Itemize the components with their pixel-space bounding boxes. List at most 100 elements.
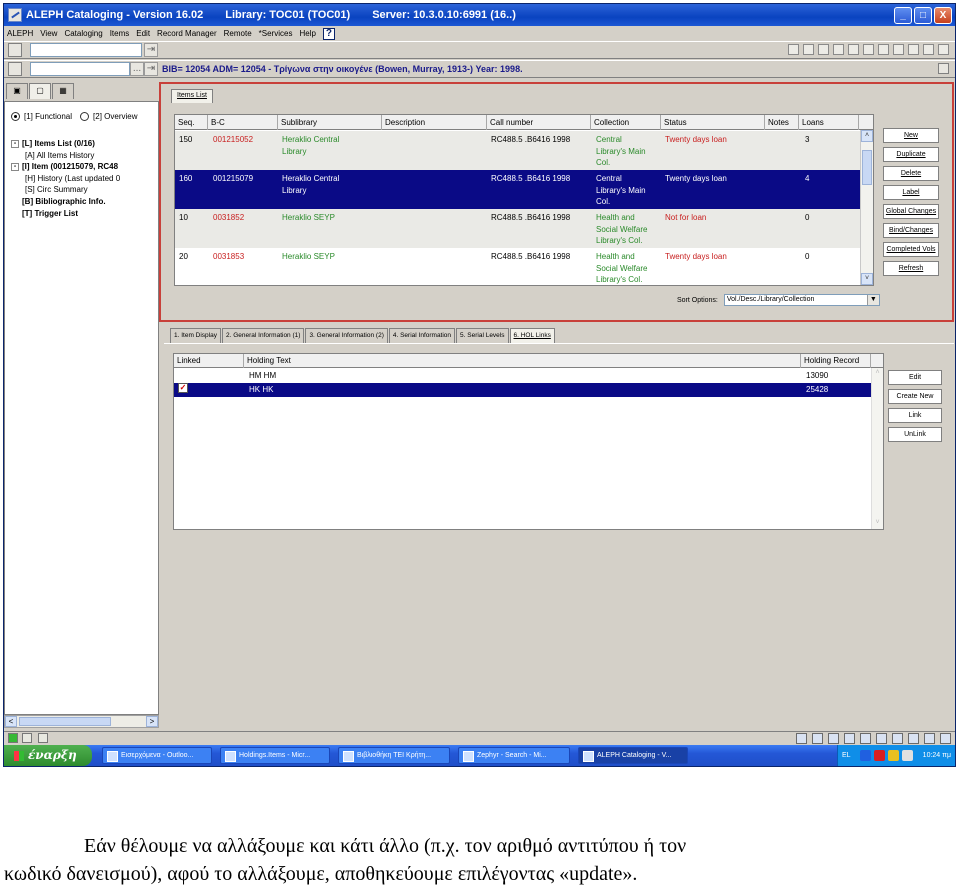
linked-checkbox[interactable]: ✓ <box>178 383 188 393</box>
link-button[interactable]: Link <box>888 408 942 423</box>
hol-vertical-scrollbar[interactable]: ˄ ˅ <box>871 368 883 529</box>
column-header-sublibrary[interactable]: Sublibrary <box>278 115 382 130</box>
taskbar-item-browser-library[interactable]: Βιβλιοθήκη ΤΕΙ Κρήτη... <box>338 747 450 764</box>
tree-node-trigger-list[interactable]: [T] Trigger List <box>11 208 120 220</box>
scroll-down-icon[interactable]: ˅ <box>872 518 883 529</box>
scroll-thumb[interactable] <box>19 717 111 726</box>
taskbar-item-aleph[interactable]: ALEPH Cataloging - V... <box>578 747 688 764</box>
table-icon[interactable] <box>833 44 844 55</box>
delete-button[interactable]: Delete <box>883 166 939 181</box>
collapse-icon[interactable]: - <box>11 139 19 148</box>
table-row[interactable]: 10 0031852 Heraklio SEYP RC488.5 .B6416 … <box>175 209 870 248</box>
tab-serial-information[interactable]: 4. Serial Information <box>388 328 456 343</box>
close-record-icon[interactable] <box>938 44 949 55</box>
menu-edit[interactable]: Edit <box>136 29 150 38</box>
new-button[interactable]: New <box>883 128 939 143</box>
bind-changes-button[interactable]: Bind/Changes <box>883 223 939 238</box>
tab-document-icon[interactable]: ▢ <box>29 83 51 99</box>
edit-icon[interactable] <box>848 44 859 55</box>
record-input[interactable] <box>30 62 130 76</box>
tab-item-display[interactable]: 1. Item Display <box>170 328 221 343</box>
scroll-up-icon[interactable]: ˄ <box>872 368 883 379</box>
scroll-right-icon[interactable]: > <box>146 716 158 727</box>
menu-help[interactable]: Help <box>299 29 315 38</box>
tag-icon[interactable] <box>803 44 814 55</box>
radio-functional[interactable] <box>11 112 20 121</box>
table-row[interactable]: 160 001215079 Heraklio Central Library RC… <box>175 170 870 209</box>
volume-icon[interactable] <box>888 750 899 761</box>
column-header-linked[interactable]: Linked <box>174 354 244 368</box>
taskbar-item-excel[interactable]: Holdings.Items - Micr... <box>220 747 330 764</box>
column-header-holding-text[interactable]: Holding Text <box>244 354 801 368</box>
radio-overview[interactable] <box>80 112 90 121</box>
antivirus-icon[interactable] <box>874 750 885 761</box>
menu-view[interactable]: View <box>40 29 57 38</box>
globe-icon[interactable] <box>796 733 807 744</box>
label-button[interactable]: Label <box>883 185 939 200</box>
tab-general-information-1[interactable]: 2. General Information (1) <box>222 328 305 343</box>
tree-node-history[interactable]: [H] History (Last updated 0 <box>11 173 120 185</box>
tree-node-bibliographic-info[interactable]: [B] Bibliographic Info. <box>11 196 120 208</box>
browse-button[interactable]: ... <box>130 62 144 76</box>
column-header-seq[interactable]: Seq. <box>175 115 208 130</box>
user-icon[interactable] <box>892 733 903 744</box>
items-vertical-scrollbar[interactable]: ˄ ˅ <box>860 130 873 285</box>
table-row[interactable]: 150 001215052 Heraklio Central Library RC… <box>175 131 870 170</box>
columns-icon[interactable] <box>818 44 829 55</box>
maximize-button[interactable]: □ <box>914 7 932 24</box>
tab-hol-links[interactable]: 6. HOL Links <box>509 328 555 343</box>
network-icon[interactable] <box>860 750 871 761</box>
window-icon[interactable] <box>860 733 871 744</box>
close-button[interactable]: X <box>934 7 952 24</box>
column-header-bc[interactable]: B-C <box>208 115 278 130</box>
check-icon[interactable] <box>863 44 874 55</box>
merge-icon[interactable] <box>893 44 904 55</box>
refresh-button[interactable]: Refresh <box>883 261 939 276</box>
column-header-call-number[interactable]: Call number <box>487 115 591 130</box>
load-button[interactable]: ⇥ <box>144 62 158 76</box>
minimize-button[interactable]: _ <box>894 7 912 24</box>
tree-node-item[interactable]: - [I] Item (001215079, RC48 <box>11 161 120 173</box>
table-row[interactable]: HM HM 13090 <box>174 369 872 383</box>
arrows-icon[interactable] <box>828 733 839 744</box>
expand-icon[interactable] <box>908 44 919 55</box>
menu-items[interactable]: Items <box>110 29 130 38</box>
exit-icon[interactable] <box>940 733 951 744</box>
table-row[interactable]: 20 0031853 Heraklio SEYP RC488.5 .B6416 … <box>175 248 870 285</box>
duplicate-button[interactable]: Duplicate <box>883 147 939 162</box>
scroll-thumb[interactable] <box>862 150 872 185</box>
taskbar-item-outlook[interactable]: Εισερχόμενα - Outloo... <box>102 747 212 764</box>
column-header-status[interactable]: Status <box>661 115 765 130</box>
column-header-collection[interactable]: Collection <box>591 115 661 130</box>
unlink-button[interactable]: UnLink <box>888 427 942 442</box>
gear-icon[interactable] <box>844 733 855 744</box>
info-icon[interactable] <box>876 733 887 744</box>
scroll-left-icon[interactable]: < <box>5 716 17 727</box>
tab-record-icon[interactable]: ▣ <box>6 83 28 99</box>
table-row[interactable]: ✓ HK HK 25428 <box>174 383 872 397</box>
menu-aleph[interactable]: ALEPH <box>7 29 33 38</box>
chevron-down-icon[interactable]: ▼ <box>866 295 879 305</box>
save-icon[interactable] <box>788 44 799 55</box>
go-button[interactable]: ⇥ <box>144 43 158 57</box>
tab-general-information-2[interactable]: 3. General Information (2) <box>305 328 388 343</box>
record-icon[interactable] <box>8 43 22 57</box>
sort-options-select[interactable]: Vol./Desc./Library/Collection ▼ <box>723 294 880 306</box>
print-icon[interactable] <box>924 733 935 744</box>
pin-icon[interactable] <box>938 63 949 74</box>
tree-node-circ-summary[interactable]: [S] Circ Summary <box>11 184 120 196</box>
scroll-down-icon[interactable]: ˅ <box>861 273 873 285</box>
column-header-description[interactable]: Description <box>382 115 487 130</box>
split-icon[interactable] <box>878 44 889 55</box>
pen-icon[interactable] <box>812 733 823 744</box>
menu-cataloging[interactable]: Cataloging <box>64 29 102 38</box>
document-icon[interactable] <box>8 62 22 76</box>
delete-icon[interactable] <box>923 44 934 55</box>
menu-record-manager[interactable]: Record Manager <box>157 29 217 38</box>
help-icon[interactable]: ? <box>322 27 335 40</box>
tab-items-list[interactable]: Items List <box>171 89 213 103</box>
tab-serial-levels[interactable]: 5. Serial Levels <box>456 328 509 343</box>
display-icon[interactable] <box>902 750 913 761</box>
collapse-icon[interactable]: - <box>11 163 19 172</box>
create-new-button[interactable]: Create New <box>888 389 942 404</box>
